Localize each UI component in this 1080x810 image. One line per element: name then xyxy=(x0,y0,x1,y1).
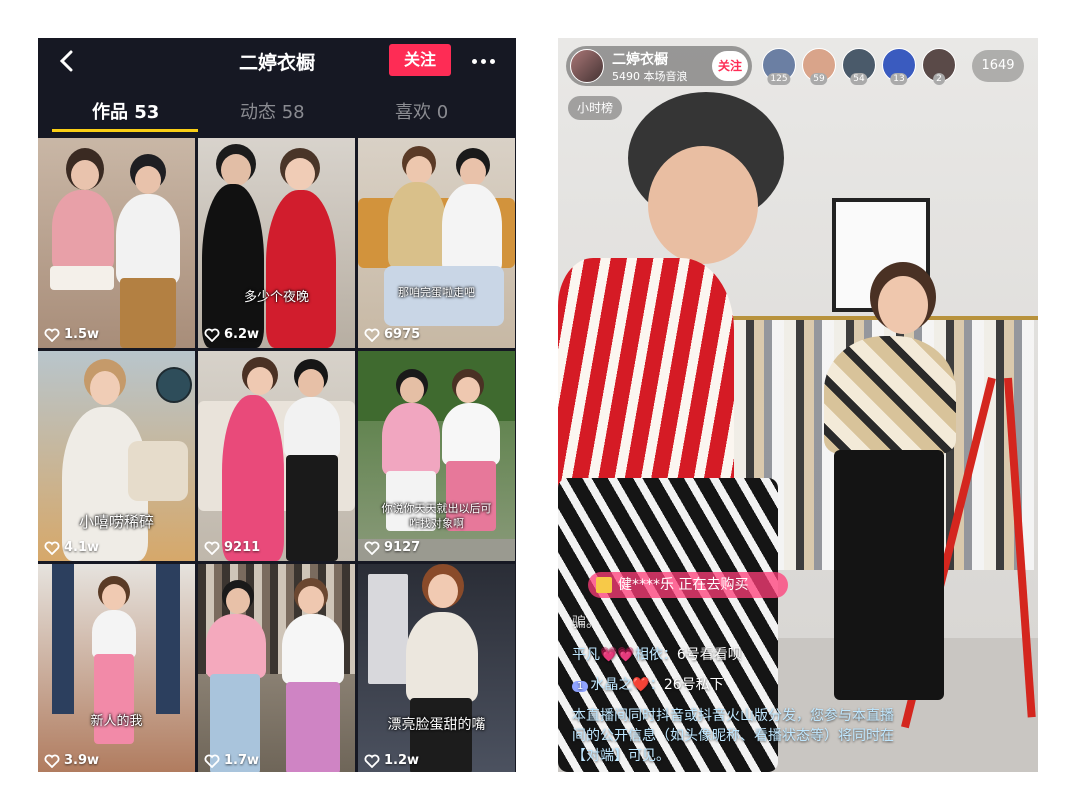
video-caption: 小嘻唠稀碎 xyxy=(78,513,154,531)
like-count: 1.5w xyxy=(44,327,99,342)
video-tile[interactable]: 新人的我 3.9w xyxy=(38,564,195,772)
heart-icon xyxy=(204,541,220,555)
like-count: 6.2w xyxy=(204,327,259,342)
like-count: 9211 xyxy=(204,540,260,555)
video-tile[interactable]: 9211 xyxy=(198,351,355,561)
video-tile[interactable]: 你说你天天就出以后可咋找对象啊 9127 xyxy=(358,351,515,561)
profile-screen: 二婷衣橱 关注 作品 53 动态 58 喜欢 0 1.5w 多少个夜晚 6.2w… xyxy=(38,38,516,772)
active-tab-indicator xyxy=(52,129,198,132)
profile-tabs: 作品 53 动态 58 喜欢 0 xyxy=(38,90,516,134)
heart-icon xyxy=(364,754,380,768)
system-notice: 本直播间同时抖音或抖音火山版分发，您参与本直播间的公开信息（如头像昵称、看播状态… xyxy=(572,708,894,764)
host-face xyxy=(648,146,758,264)
host-avatar[interactable] xyxy=(570,49,604,83)
video-caption: 漂亮脸蛋甜的嘴 xyxy=(387,717,486,733)
hourly-rank-button[interactable]: 小时榜 xyxy=(568,96,622,120)
video-grid: 1.5w 多少个夜晚 6.2w 那咱完蛋啦走吧 6975 小嘻唠稀碎 4.1w … xyxy=(38,138,516,772)
heart-icon xyxy=(204,754,220,768)
video-tile[interactable]: 小嘻唠稀碎 4.1w xyxy=(38,351,195,561)
host-name: 二婷衣橱 xyxy=(612,52,668,68)
heart-icon xyxy=(44,541,60,555)
video-caption: 你说你天天就出以后可咋找对象啊 xyxy=(381,502,492,530)
like-count: 3.9w xyxy=(44,753,99,768)
user-level-badge: 1 xyxy=(572,681,589,692)
like-count: 1.7w xyxy=(204,753,259,768)
video-caption: 新人的我 xyxy=(90,714,143,729)
heart-icon xyxy=(204,328,220,342)
video-tile[interactable]: 1.7w xyxy=(198,564,355,772)
host-info-bar[interactable]: 二婷衣橱 5490 本场音浪 关注 xyxy=(566,46,752,86)
purchase-notice-text: 健****乐 正在去购买 xyxy=(618,577,749,593)
live-follow-button[interactable]: 关注 xyxy=(712,51,748,81)
more-options-icon[interactable] xyxy=(466,49,500,73)
viewer-avatar[interactable]: 59 xyxy=(802,48,836,85)
profile-header: 二婷衣橱 关注 xyxy=(38,38,516,84)
heart-icon xyxy=(364,328,380,342)
viewer-avatar[interactable]: 125 xyxy=(762,48,796,85)
like-count: 6975 xyxy=(364,327,420,342)
comment-faded: 骗。 xyxy=(572,615,600,631)
video-tile[interactable]: 1.5w xyxy=(38,138,195,348)
model-face xyxy=(878,276,928,334)
viewer-avatar[interactable]: 2 xyxy=(922,48,956,85)
model-blouse xyxy=(824,336,956,454)
tab-likes[interactable]: 喜欢 0 xyxy=(395,98,448,124)
video-tile[interactable]: 漂亮脸蛋甜的嘴 1.2w xyxy=(358,564,515,772)
comment-text: 26号私下 xyxy=(663,677,724,693)
host-top xyxy=(558,258,734,498)
heart-icon xyxy=(364,541,380,555)
video-tile[interactable]: 多少个夜晚 6.2w xyxy=(198,138,355,348)
host-sound-waves: 5490 本场音浪 xyxy=(612,70,688,83)
model-pants xyxy=(834,450,944,700)
comment-item: 平凡💗💗相依：6号看看呗 xyxy=(572,644,742,664)
tab-moments[interactable]: 动态 58 xyxy=(240,98,305,124)
heart-icon xyxy=(44,754,60,768)
follow-button[interactable]: 关注 xyxy=(389,44,451,76)
tab-works[interactable]: 作品 53 xyxy=(92,98,159,124)
like-count: 1.2w xyxy=(364,753,419,768)
shopping-bag-icon xyxy=(596,577,612,593)
heart-icon xyxy=(44,328,60,342)
like-count: 9127 xyxy=(364,540,420,555)
video-caption: 那咱完蛋啦走吧 xyxy=(398,286,475,299)
comment-text: 6号看看呗 xyxy=(676,647,742,663)
video-tile[interactable]: 那咱完蛋啦走吧 6975 xyxy=(358,138,515,348)
viewer-avatar[interactable]: 54 xyxy=(842,48,876,85)
comment-user: 水晶之❤️： xyxy=(590,677,664,693)
comment-user: 平凡💗💗相依： xyxy=(572,647,677,663)
comment-item: 1 水晶之❤️：26号私下 xyxy=(572,674,724,694)
viewer-avatar[interactable]: 13 xyxy=(882,48,916,85)
purchase-notice: 健****乐 正在去购买 xyxy=(588,572,788,598)
viewer-count[interactable]: 1649 xyxy=(972,50,1024,82)
like-count: 4.1w xyxy=(44,540,99,555)
video-caption: 多少个夜晚 xyxy=(243,290,309,305)
live-screen: 二婷衣橱 5490 本场音浪 关注 125 59 54 13 2 1649 小时… xyxy=(558,38,1038,772)
